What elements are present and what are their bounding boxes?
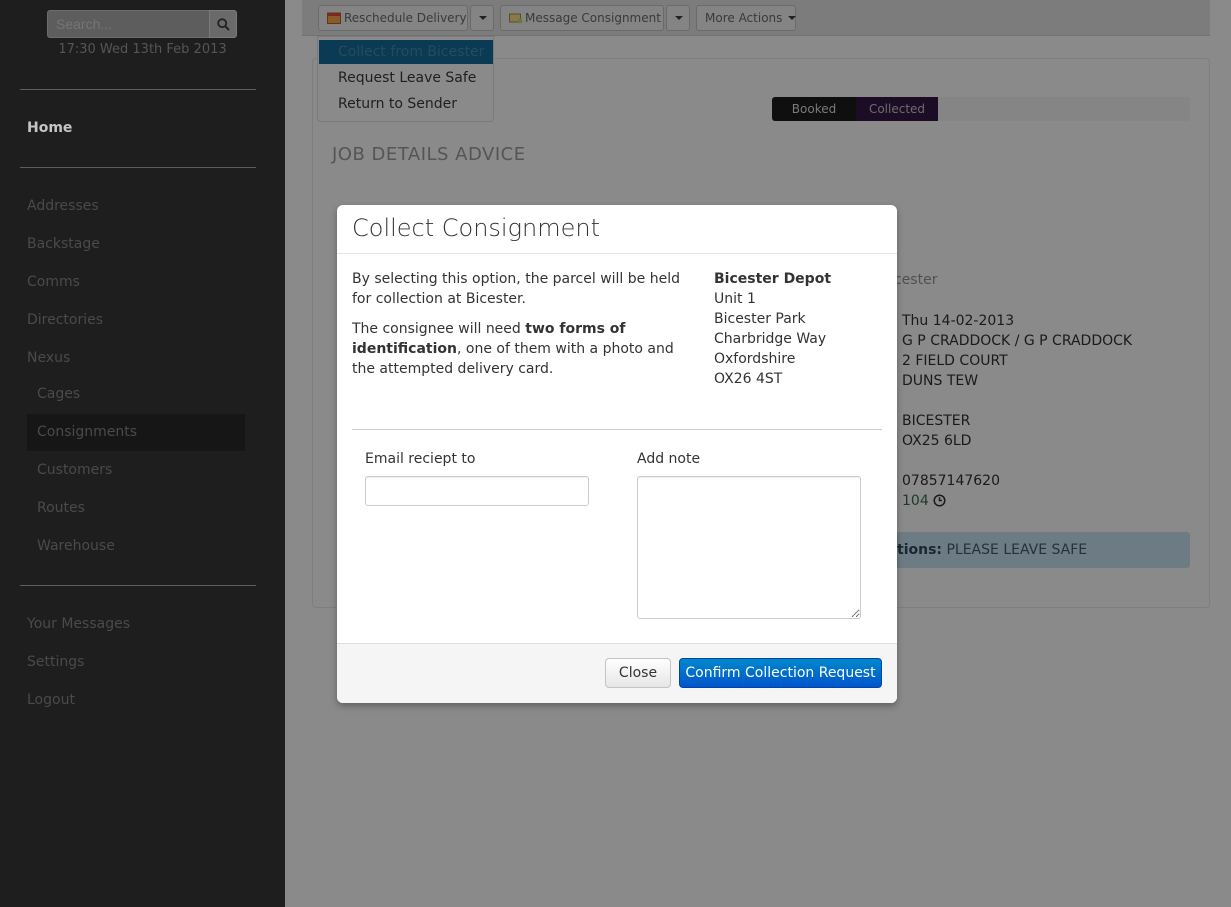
sidebar-item-settings[interactable]: Settings [27,654,84,670]
sidebar-divider [20,167,256,168]
calendar-icon [327,12,341,24]
instructions-label: tions: [897,542,943,558]
instructions-value: PLEASE LEAVE SAFE [946,542,1088,558]
current-datetime: 17:30 Wed 13th Feb 2013 [58,42,227,57]
confirm-collection-button[interactable]: Confirm Collection Request [679,658,882,688]
search-icon [217,18,230,31]
add-note-textarea[interactable] [637,476,861,619]
depot-label: cester [894,272,938,288]
sidebar-item-consignments[interactable]: Consignments [37,424,137,440]
email-receipt-input[interactable] [365,476,589,506]
depot-name: Bicester Depot [714,271,832,287]
more-actions-label: More Actions [705,11,783,25]
route-code-value: 104 [902,493,929,509]
sidebar-item-nexus[interactable]: Nexus [27,350,70,366]
menu-item-return-to-sender[interactable]: Return to Sender [338,96,457,112]
message-dropdown-toggle[interactable] [666,5,690,31]
sidebar-item-routes[interactable]: Routes [37,500,85,516]
depot-address-county: Oxfordshire [714,351,796,367]
delivery-date: Thu 14-02-2013 [902,313,1015,329]
status-collected: Collected [856,97,938,121]
chevron-down-icon [479,16,487,20]
sidebar-item-backstage[interactable]: Backstage [27,236,100,252]
sidebar-item-addresses[interactable]: Addresses [27,198,99,214]
more-actions-button[interactable]: More Actions [696,5,797,31]
close-button[interactable]: Close [605,658,671,688]
search-input[interactable] [47,10,210,38]
sidebar-item-your-messages[interactable]: Your Messages [27,616,130,632]
sidebar-divider [20,585,256,586]
message-consignment-label: Message Consignment [525,11,661,25]
chevron-down-icon [788,16,797,20]
depot-address: Bicester Depot Unit 1 Bicester Park Char… [714,269,831,389]
depot-address-postcode: OX26 4ST [714,371,783,387]
modal-header-divider [337,253,897,254]
depot-address-line-3: Charbridge Way [714,331,827,347]
route-code[interactable]: 104 [902,493,946,509]
address-town: BICESTER [902,413,971,429]
sidebar-item-home[interactable]: Home [27,120,72,136]
email-receipt-label: Email reciept to [365,451,476,467]
modal-divider [352,429,882,430]
depot-address-line-1: Unit 1 [714,291,756,307]
sidebar-item-warehouse[interactable]: Warehouse [37,538,115,554]
sidebar-item-comms[interactable]: Comms [27,274,80,290]
message-icon [509,13,523,24]
identification-notice: The consignee will need two forms of ide… [352,319,697,379]
modal-title: Collect Consignment [352,214,600,242]
message-consignment-button[interactable]: Message Consignment [500,5,664,31]
address-line-1: 2 FIELD COURT [902,353,1008,369]
sidebar-item-customers[interactable]: Customers [37,462,112,478]
search-button[interactable] [209,10,237,38]
delivery-instructions-text: tions: PLEASE LEAVE SAFE [897,542,1087,558]
consignee-name: G P CRADDOCK / G P CRADDOCK [902,333,1133,349]
chevron-down-icon [675,16,683,20]
status-booked: Booked [772,97,856,121]
sidebar-item-logout[interactable]: Logout [27,692,75,708]
collect-consignment-modal: Collect Consignment By selecting this op… [337,205,897,703]
notice-text-start: The consignee will need [352,321,526,337]
sidebar: 17:30 Wed 13th Feb 2013 Home Addresses B… [0,0,285,907]
collection-description: By selecting this option, the parcel wil… [352,271,680,307]
depot-address-line-2: Bicester Park [714,311,806,327]
clock-icon [933,494,946,507]
reschedule-dropdown-toggle[interactable] [470,5,494,31]
reschedule-delivery-label: Reschedule Delivery [344,11,467,25]
address-line-2: DUNS TEW [902,373,979,389]
phone-number: 07857147620 [902,473,1000,489]
page-title: JOB DETAILS ADVICE [332,144,526,165]
address-postcode: OX25 6LD [902,433,972,449]
menu-item-leave-safe[interactable]: Request Leave Safe [338,70,476,86]
sidebar-item-cages[interactable]: Cages [37,386,80,402]
add-note-label: Add note [637,451,701,467]
reschedule-delivery-button[interactable]: Reschedule Delivery [318,5,468,31]
menu-item-collect[interactable]: Collect from Bicester [338,44,484,60]
sidebar-item-directories[interactable]: Directories [27,312,103,328]
sidebar-divider [20,89,256,90]
